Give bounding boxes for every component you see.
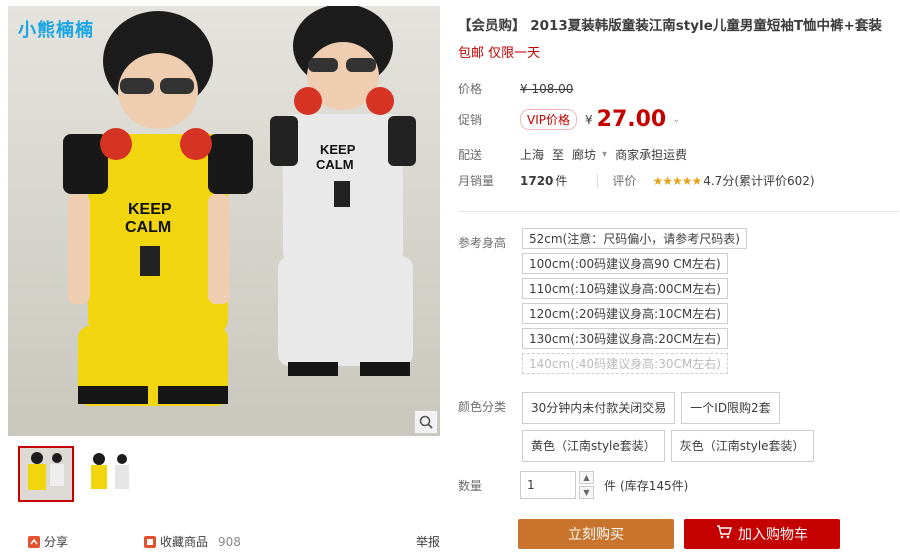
color-option[interactable]: 一个ID限购2套 [681,392,780,424]
cart-icon [716,525,733,543]
sales-count: 1720 [520,173,554,188]
color-label-row: 颜色分类 [458,398,520,415]
qty-label: 数量 [458,478,483,493]
caret-down-icon[interactable]: ▾ [602,149,607,160]
size-options: 52cm(注意：尺码偏小，请参考尺码表) 100cm(:00码建议身高90 CM… [522,228,747,374]
stock-count: (库存145件) [620,478,689,493]
original-price-row: 价格 ¥ 108.00 [458,80,573,97]
original-price: ¥ 108.00 [520,81,574,96]
product-page: KEEP CALM KEEP CALM 小熊楠楠 分享 收藏商品 908 举报 … [0,0,900,560]
size-option[interactable]: 110cm(:10码建议身高:00CM左右) [522,278,728,299]
quantity-input[interactable]: 1 [520,471,576,499]
gallery-actions: 分享 收藏商品 908 举报 [16,533,440,550]
svg-text:KEEP: KEEP [320,142,356,157]
favorite-button[interactable]: 收藏商品 908 [144,533,241,550]
share-icon [28,535,40,548]
price-label: 价格 [458,82,483,96]
product-title: 【会员购】 2013夏装韩版童装江南style儿童男童短袖T恤中裤+套装 [458,18,882,34]
brand-logo: 小熊楠楠 [18,20,94,41]
ship-to-word: 至 [552,148,565,162]
shirt-text-calm: CALM [125,219,171,236]
promo-price-row: 促销 VIP价格 ¥ 27.00 ⌄ [458,107,681,132]
size-option[interactable]: 140cm(:40码建议身高:30CM左右) [522,353,728,374]
color-label: 颜色分类 [458,400,507,414]
buy-now-button[interactable]: 立刻购买 [518,519,674,549]
color-options: 30分钟内未付款关闭交易 一个ID限购2套 黄色（江南style套装） 灰色（江… [522,392,900,462]
zoom-icon[interactable] [414,410,438,434]
sales-unit: 件 [555,174,568,188]
vip-price-badge: VIP价格 [520,109,577,130]
color-option[interactable]: 灰色（江南style套装） [670,430,814,462]
currency-symbol: ¥ [585,112,593,127]
product-info: 【会员购】 2013夏装韩版童装江南style儿童男童短袖T恤中裤+套装 包邮 … [458,14,898,549]
decrement-icon[interactable]: ▼ [579,486,594,499]
ship-from: 上海 [520,148,545,162]
review-label: 评价 [612,174,637,188]
sales-label: 月销量 [458,174,495,188]
add-to-cart-button[interactable]: 加入购物车 [684,519,840,549]
section-divider [458,211,898,212]
product-subtitle: 包邮 仅限一天 [458,46,541,61]
shipping-label: 配送 [458,148,483,162]
svg-text:CALM: CALM [316,157,354,172]
divider [597,173,599,188]
thumbnail-1[interactable] [18,446,74,502]
rating-stars-icon: ★★★★★ [652,173,702,188]
kids-outfit-photo: KEEP CALM KEEP CALM [8,6,440,436]
thumbnail-2[interactable] [84,446,140,502]
add-to-cart-label: 加入购物车 [738,527,808,543]
main-product-image[interactable]: KEEP CALM KEEP CALM 小熊楠楠 [8,6,440,436]
sale-price: 27.00 [596,107,667,132]
color-option[interactable]: 黄色（江南style套装） [522,430,665,462]
share-label: 分享 [44,535,69,549]
chevron-down-icon[interactable]: ⌄ [672,114,680,125]
quantity-stepper: 1 ▲ ▼ 件 (库存145件) [520,471,688,499]
product-gallery: KEEP CALM KEEP CALM 小熊楠楠 分享 收藏商品 908 举报 [8,6,440,549]
shirt-text-keep: KEEP [128,201,172,218]
shipping-row: 配送 上海 至 廊坊 ▾ 商家承担运费 [458,146,687,163]
thumbnail-list [8,446,440,502]
shipping-fee: 商家承担运费 [615,148,688,162]
qty-unit: 件 [604,478,617,493]
color-option[interactable]: 30分钟内未付款关闭交易 [522,392,676,424]
size-label-row: 参考身高 [458,234,520,251]
size-option[interactable]: 120cm(:20码建议身高:10CM左右) [522,303,728,324]
favorite-label: 收藏商品 [160,535,209,549]
favorite-count: 908 [218,534,241,549]
increment-icon[interactable]: ▲ [579,471,594,484]
share-button[interactable]: 分享 [28,533,68,550]
quantity-spin: ▲ ▼ [579,471,594,499]
size-option[interactable]: 130cm(:30码建议身高:20CM左右) [522,328,728,349]
report-link[interactable]: 举报 [416,533,440,550]
size-option[interactable]: 100cm(:00码建议身高90 CM左右) [522,253,728,274]
ship-to-select[interactable]: 廊坊 [572,146,596,163]
size-label: 参考身高 [458,236,507,250]
rating-text[interactable]: 4.7分(累计评价602) [703,172,814,189]
size-option[interactable]: 52cm(注意：尺码偏小，请参考尺码表) [522,228,747,249]
favorite-icon [144,535,157,548]
quantity-row: 数量 1 ▲ ▼ 件 (库存145件) [458,471,688,499]
promo-label: 促销 [458,113,483,127]
sales-row: 月销量 1720 件 评价 ★★★★★ 4.7分(累计评价602) [458,172,815,189]
